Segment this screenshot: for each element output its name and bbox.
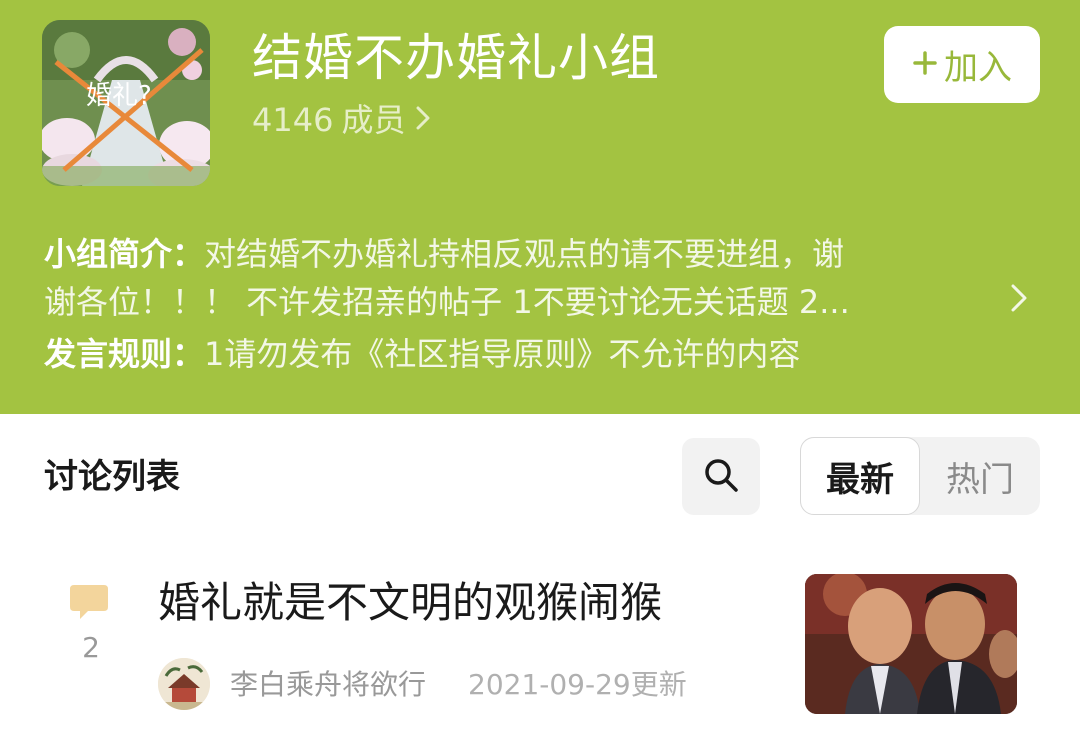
chevron-right-icon[interactable] bbox=[1010, 282, 1028, 322]
rules-label: 发言规则： bbox=[44, 335, 205, 373]
comment-icon bbox=[68, 583, 110, 621]
member-unit: 成员 bbox=[341, 101, 406, 139]
post-thumbnail[interactable] bbox=[805, 574, 1017, 714]
avatar-watermark-text: 婚礼? bbox=[86, 81, 152, 111]
rules-text: 1请勿发布《社区指导原则》不允许的内容 bbox=[204, 335, 801, 373]
speaking-rules[interactable]: 发言规则：1请勿发布《社区指导原则》不允许的内容 bbox=[44, 330, 1024, 378]
intro-text-line2: 谢各位！！！ 不许发招亲的帖子 1不要讨论无关话题 2... bbox=[44, 283, 850, 321]
group-avatar[interactable]: 婚礼? bbox=[42, 20, 210, 186]
post-date: 2021-09-29更新 bbox=[468, 668, 687, 701]
join-button[interactable]: 加入 bbox=[884, 26, 1040, 103]
comment-count: 2 bbox=[82, 631, 100, 664]
group-header: 婚礼? 结婚不办婚礼小组 4146 成员 加入 小组简介：对结婚不办婚礼持相反观… bbox=[0, 0, 1080, 414]
search-button[interactable] bbox=[682, 438, 760, 515]
avatar[interactable] bbox=[158, 658, 210, 710]
tab-hot[interactable]: 热门 bbox=[920, 437, 1040, 515]
join-label: 加入 bbox=[944, 48, 1012, 88]
intro-label: 小组简介： bbox=[44, 235, 205, 273]
chevron-right-icon bbox=[415, 100, 431, 140]
sort-tabs: 最新 热门 bbox=[800, 437, 1040, 515]
member-count: 4146 bbox=[252, 101, 334, 139]
group-intro[interactable]: 小组简介：对结婚不办婚礼持相反观点的请不要进组，谢 bbox=[44, 230, 964, 278]
post-title[interactable]: 婚礼就是不文明的观猴闹猴 bbox=[158, 575, 662, 631]
tab-latest[interactable]: 最新 bbox=[800, 437, 920, 515]
discussion-list-title: 讨论列表 bbox=[44, 457, 180, 497]
plus-icon bbox=[912, 47, 938, 83]
member-count-link[interactable]: 4146 成员 bbox=[252, 100, 431, 140]
intro-text-line1: 对结婚不办婚礼持相反观点的请不要进组，谢 bbox=[204, 235, 845, 273]
author-name[interactable]: 李白乘舟将欲行 bbox=[230, 665, 426, 705]
list-item[interactable]: 2 婚礼就是不文明的观猴闹猴 李白乘舟将欲行 2021-09-29更新 bbox=[0, 555, 1080, 735]
group-title: 结婚不办婚礼小组 bbox=[252, 29, 660, 87]
search-icon bbox=[702, 456, 740, 498]
